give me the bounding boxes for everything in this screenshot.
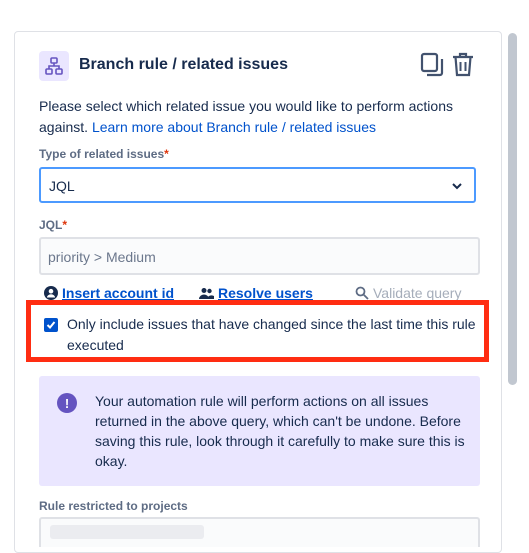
chevron-down-icon: [452, 183, 462, 190]
people-icon: [199, 287, 214, 299]
component-title: Branch rule / related issues: [79, 56, 288, 73]
insert-account-id-button[interactable]: Insert account id: [44, 285, 174, 301]
changed-issues-checkbox[interactable]: [44, 318, 58, 332]
resolve-users-button[interactable]: Resolve users: [199, 285, 313, 301]
checkbox-label[interactable]: Only include issues that have changed si…: [67, 314, 479, 356]
checkmark-icon: [46, 321, 56, 329]
restricted-projects-label: Rule restricted to projects: [39, 499, 188, 513]
validate-query-button[interactable]: Validate query: [355, 285, 461, 301]
scrollbar-thumb[interactable]: [508, 33, 517, 385]
info-message: Your automation rule will perform action…: [95, 393, 465, 469]
jql-input[interactable]: priority > Medium: [39, 237, 480, 275]
description: Please select which related issue you wo…: [39, 96, 479, 138]
project-chip: [50, 525, 204, 539]
jql-field-label: JQL*: [39, 218, 68, 232]
learn-more-link[interactable]: Learn more about Branch rule / related i…: [92, 119, 376, 135]
type-field-label: Type of related issues*: [39, 147, 169, 161]
jql-input-value: priority > Medium: [48, 249, 156, 265]
type-select-value: JQL: [49, 178, 75, 194]
type-select[interactable]: JQL: [39, 167, 476, 203]
copy-icon[interactable]: [420, 52, 444, 78]
branch-hierarchy-icon: [39, 51, 69, 81]
search-icon: [355, 286, 369, 300]
user-circle-icon: [44, 286, 58, 300]
trash-icon[interactable]: [452, 52, 476, 78]
info-exclamation-icon: !: [57, 393, 77, 413]
